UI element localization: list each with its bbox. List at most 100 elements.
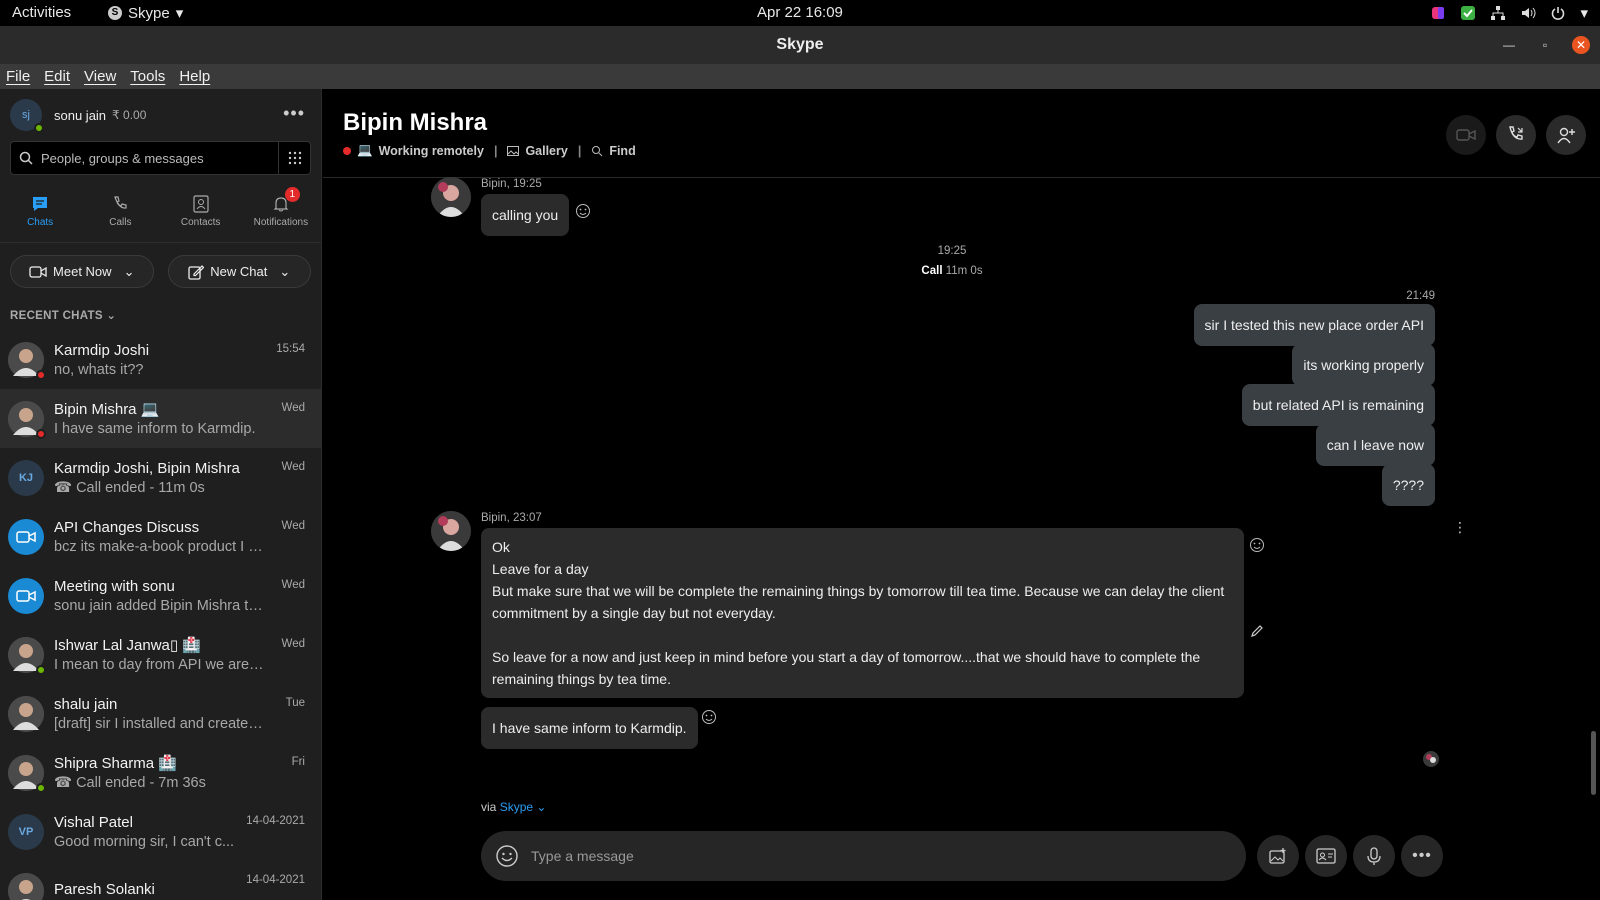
avatar-photo [431, 511, 471, 551]
menu-file[interactable]: File [6, 64, 30, 89]
skype-small-icon: S [108, 6, 122, 20]
compose-icon [188, 264, 205, 280]
profile-row: sj sonu jain ₹ 0.00 ••• [0, 89, 321, 141]
notification-badge: 1 [284, 187, 300, 202]
message-line: Ok [492, 539, 510, 555]
meet-now-label: Meet Now [53, 264, 112, 279]
chat-list-item[interactable]: VP Vishal Patel Good morning sir, I can't … [0, 802, 321, 861]
mood-status[interactable]: Working remotely [379, 144, 484, 158]
conversation-title[interactable]: Bipin Mishra [343, 89, 1600, 137]
chat-bubble-icon [33, 197, 48, 211]
emoji-icon[interactable] [495, 844, 519, 868]
more-composer-options[interactable]: ••• [1401, 835, 1443, 877]
message-composer[interactable] [481, 831, 1246, 881]
profile-balance[interactable]: ₹ 0.00 [112, 108, 146, 122]
volume-icon[interactable] [1520, 5, 1536, 21]
tab-calls[interactable]: Calls [80, 181, 160, 242]
sender-avatar[interactable] [431, 177, 471, 217]
chevron-down-icon[interactable]: ⌄ [124, 264, 135, 280]
send-media-button[interactable] [1257, 835, 1299, 877]
chat-list-item[interactable]: shalu jain [draft] sir I installed and cr… [0, 684, 321, 743]
chat-list-item[interactable]: Ishwar Lal Janwa▯ 🏥 I mean to day from AP… [0, 625, 321, 684]
pencil-icon[interactable] [1249, 623, 1265, 639]
app-menu[interactable]: S Skype ▾ [108, 4, 183, 22]
chat-list-item[interactable]: Paresh Solanki 14-04-2021 [0, 861, 321, 900]
more-options-icon[interactable]: ••• [283, 103, 305, 124]
video-icon [16, 530, 36, 543]
chat-list-item[interactable]: Karmdip Joshi no, whats it?? 15:54 [0, 330, 321, 389]
message-input[interactable] [531, 848, 1191, 864]
message-bubble[interactable]: Ok Leave for a day But make sure that we w… [481, 528, 1244, 698]
chat-list-item[interactable]: API Changes Discuss bcz its make-a-book p… [0, 507, 321, 566]
sender-avatar[interactable] [431, 511, 471, 551]
chat-name: Vishal Patel [54, 813, 133, 831]
profile-name[interactable]: sonu jain [54, 108, 106, 123]
call-summary[interactable]: Call 11m 0s [852, 265, 1052, 277]
maximize-button[interactable]: ▫ [1536, 36, 1554, 54]
online-status-dot [34, 123, 44, 133]
video-call-button[interactable] [1446, 115, 1486, 155]
chat-list: Karmdip Joshi no, whats it?? 15:54 Bipin Mi… [0, 330, 321, 900]
search-input[interactable] [41, 150, 271, 166]
gallery-link[interactable]: Gallery [525, 144, 567, 158]
dialpad-button[interactable] [279, 141, 311, 175]
search-box[interactable] [10, 141, 279, 175]
send-contact-button[interactable] [1305, 835, 1347, 877]
chat-list-item[interactable]: Bipin Mishra 💻 I have same inform to Karm… [0, 389, 321, 448]
find-link[interactable]: Find [609, 144, 635, 158]
chat-time: Wed [281, 638, 305, 650]
dialpad-icon [288, 151, 301, 165]
network-icon[interactable] [1490, 5, 1506, 21]
clock[interactable]: Apr 22 16:09 [757, 4, 843, 21]
profile-avatar[interactable]: sj [10, 99, 44, 133]
audio-call-button[interactable] [1496, 115, 1536, 155]
chat-name: Ishwar Lal Janwa▯ 🏥 [54, 637, 201, 654]
chat-name: Bipin Mishra 💻 [54, 401, 160, 418]
menu-view[interactable]: View [84, 64, 116, 89]
system-tray[interactable]: ▾ [1430, 4, 1588, 22]
chevron-down-icon[interactable]: ▾ [1580, 4, 1588, 22]
shield-check-icon[interactable] [1460, 5, 1476, 21]
voice-message-button[interactable] [1353, 835, 1395, 877]
my-message-bubble[interactable]: its working properly [1292, 344, 1435, 386]
meet-now-button[interactable]: Meet Now ⌄ [10, 255, 154, 288]
message-bubble[interactable]: I have same inform to Karmdip. [481, 707, 698, 749]
my-message-bubble[interactable]: can I leave now [1315, 424, 1435, 466]
chevron-down-icon[interactable]: ⌄ [279, 264, 290, 280]
recent-chats-header[interactable]: RECENT CHATS ⌄ [0, 300, 321, 330]
close-button[interactable]: ✕ [1572, 36, 1590, 54]
chat-preview: I mean to day from API we are se... [54, 657, 266, 673]
new-chat-button[interactable]: New Chat ⌄ [167, 255, 311, 288]
chat-list-item[interactable]: KJ Karmdip Joshi, Bipin Mishra ☎ Call ende… [0, 448, 321, 507]
tab-contacts[interactable]: Contacts [161, 181, 241, 242]
power-icon[interactable] [1550, 5, 1566, 21]
initials-avatar: VP [8, 813, 44, 850]
chevron-down-icon[interactable]: ⌄ [536, 800, 546, 814]
smiley-react-icon[interactable] [701, 709, 717, 725]
my-message-bubble[interactable]: sir I tested this new place order API [1193, 304, 1435, 346]
scrollbar-thumb[interactable] [1591, 731, 1596, 795]
menu-tools[interactable]: Tools [130, 64, 165, 89]
system-top-bar: Activities S Skype ▾ Apr 22 16:09 ▾ [0, 0, 1600, 26]
activities-button[interactable]: Activities [12, 4, 71, 21]
contact-avatar [8, 872, 44, 900]
my-message-bubble[interactable]: ???? [1381, 464, 1435, 506]
smiley-react-icon[interactable] [575, 203, 591, 219]
tab-notifications[interactable]: 1 Notifications [241, 181, 321, 242]
message-options-icon[interactable]: ⋮ [1453, 519, 1467, 536]
menu-edit[interactable]: Edit [44, 64, 70, 89]
my-message-bubble[interactable]: but related API is remaining [1241, 384, 1435, 426]
menu-help[interactable]: Help [179, 64, 210, 89]
chat-list-item[interactable]: Meeting with sonu sonu jain added Bipin M… [0, 566, 321, 625]
smiley-react-icon[interactable] [1249, 537, 1265, 553]
search-icon [19, 151, 33, 165]
via-skype-link[interactable]: Skype [500, 800, 533, 814]
app-indicator-icon[interactable] [1430, 5, 1446, 21]
separator: | [577, 143, 582, 158]
meeting-avatar [8, 518, 44, 555]
message-bubble[interactable]: calling you [481, 194, 570, 236]
add-people-button[interactable] [1546, 115, 1586, 155]
tab-chats[interactable]: Chats [0, 181, 80, 242]
chat-list-item[interactable]: Shipra Sharma 🏥 ☎ Call ended - 7m 36s Fri [0, 743, 321, 802]
minimize-button[interactable]: — [1500, 36, 1518, 54]
